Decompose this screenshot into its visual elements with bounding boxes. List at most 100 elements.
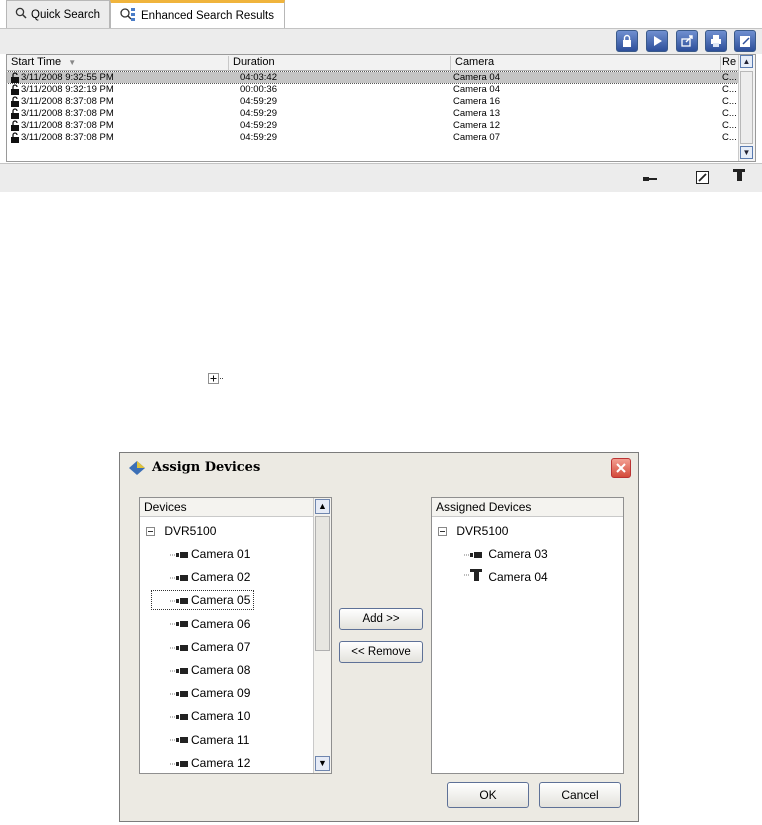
start-time-cell: 3/11/2008 8:37:08 PM	[21, 132, 114, 143]
key-icon[interactable]	[643, 174, 657, 186]
scroll-thumb[interactable]	[315, 516, 330, 651]
cancel-button[interactable]: Cancel	[539, 782, 621, 808]
device-label: Camera 08	[191, 663, 251, 677]
tree-root-dvr5100[interactable]: DVR5100	[146, 522, 216, 540]
add-button[interactable]: Add >>	[339, 608, 423, 630]
duration-cell: 04:59:29	[240, 132, 277, 143]
device-item[interactable]: Camera 01	[170, 545, 250, 563]
lock-icon[interactable]	[616, 30, 638, 52]
assigned-label: Camera 04	[488, 570, 548, 584]
box-camera-icon	[464, 546, 482, 564]
box-camera-icon	[170, 708, 188, 726]
start-time-cell: 3/11/2008 9:32:55 PM	[21, 72, 114, 83]
table-row[interactable]: 3/11/2008 9:32:19 PM 00:00:36 Camera 04 …	[7, 84, 740, 95]
duration-cell: 00:00:36	[240, 84, 277, 95]
column-header-camera[interactable]: Camera	[455, 56, 494, 68]
table-row[interactable]: 3/11/2008 9:32:55 PM 04:03:42 Camera 04 …	[7, 71, 741, 84]
start-time-cell: 3/11/2008 9:32:19 PM	[21, 84, 114, 95]
devices-header: Devices	[140, 498, 315, 517]
dialog-title-bar[interactable]: Assign Devices	[120, 453, 638, 483]
search-panel: Quick Search Enhanced Search Results Sta…	[0, 0, 762, 192]
device-item[interactable]: Camera 06	[170, 615, 250, 633]
table-row[interactable]: 3/11/2008 8:37:08 PM 04:59:29 Camera 12 …	[7, 120, 740, 131]
table-row[interactable]: 3/11/2008 8:37:08 PM 04:59:29 Camera 13 …	[7, 108, 740, 119]
box-camera-icon	[170, 731, 188, 749]
scroll-up-icon[interactable]: ▲	[315, 499, 330, 514]
box-camera-icon	[170, 569, 188, 587]
device-item[interactable]: Camera 08	[170, 661, 250, 679]
play-icon[interactable]	[646, 30, 668, 52]
tab-bar: Quick Search Enhanced Search Results	[0, 0, 762, 29]
results-grid[interactable]: Start Time ▼ Duration Camera Re 3/11/200…	[6, 54, 756, 162]
device-label: Camera 11	[191, 732, 250, 747]
dome-camera-icon	[464, 568, 482, 587]
duration-cell: 04:59:29	[240, 108, 277, 119]
remove-button[interactable]: << Remove	[339, 641, 423, 663]
box-camera-icon	[170, 685, 188, 703]
camera-cell: Camera 13	[453, 108, 500, 119]
scroll-up-icon[interactable]: ▲	[740, 55, 753, 68]
ok-button[interactable]: OK	[447, 782, 529, 808]
table-row[interactable]: 3/11/2008 8:37:08 PM 04:59:29 Camera 16 …	[7, 96, 740, 107]
move-handle-icon[interactable]	[208, 373, 224, 387]
duration-cell: 04:59:29	[240, 96, 277, 107]
device-label: Camera 05	[191, 593, 251, 608]
edit-icon[interactable]	[696, 171, 709, 187]
close-button[interactable]	[611, 458, 631, 478]
column-divider[interactable]	[228, 56, 229, 71]
scroll-down-icon[interactable]: ▼	[315, 756, 330, 771]
device-label: Camera 01	[191, 547, 251, 561]
assigned-item[interactable]: Camera 04	[464, 568, 548, 586]
table-row[interactable]: 3/11/2008 8:37:08 PM 04:59:29 Camera 07 …	[7, 132, 740, 143]
collapse-icon[interactable]	[146, 523, 155, 541]
device-label: Camera 07	[191, 639, 251, 654]
tree-root-dvr5100[interactable]: DVR5100	[438, 522, 508, 540]
re-cell: C...	[722, 84, 737, 95]
camera-cell: Camera 12	[453, 120, 500, 131]
camera-icon[interactable]	[733, 169, 745, 186]
box-camera-icon	[170, 639, 188, 657]
column-divider[interactable]	[720, 56, 721, 71]
print-icon[interactable]	[705, 30, 727, 52]
box-camera-icon	[170, 615, 188, 633]
assigned-item[interactable]: Camera 03	[464, 545, 548, 563]
column-header-re[interactable]: Re	[722, 56, 736, 68]
duration-cell: 04:59:29	[240, 120, 277, 131]
device-item[interactable]: Camera 10	[170, 707, 250, 725]
status-bar	[0, 163, 762, 192]
grid-scrollbar[interactable]: ▲ ▼	[738, 55, 755, 161]
device-item[interactable]: Camera 02	[170, 568, 250, 586]
devices-panel[interactable]: Devices DVR5100 Camera 01 Camera 02 Camera…	[139, 497, 332, 774]
device-item[interactable]: Camera 05	[150, 590, 255, 611]
column-divider[interactable]	[450, 56, 451, 71]
re-cell: C...	[722, 72, 737, 83]
column-header-duration[interactable]: Duration	[233, 56, 275, 68]
box-camera-icon	[170, 755, 188, 773]
assigned-devices-panel[interactable]: Assigned Devices DVR5100 Camera 03 Camer…	[431, 497, 624, 774]
scroll-down-icon[interactable]: ▼	[740, 146, 753, 159]
re-cell: C...	[722, 120, 737, 131]
device-item[interactable]: Camera 11	[170, 731, 249, 749]
device-item[interactable]: Camera 09	[170, 684, 250, 702]
tab-enhanced-search-results[interactable]: Enhanced Search Results	[110, 0, 285, 29]
device-label: Camera 02	[191, 570, 251, 585]
app-diamond-icon	[128, 460, 146, 479]
tab-label: Enhanced Search Results	[141, 10, 274, 22]
camera-cell: Camera 16	[453, 96, 500, 107]
edit-icon[interactable]	[734, 30, 756, 52]
device-label: Camera 09	[191, 686, 251, 701]
export-icon[interactable]	[676, 30, 698, 52]
re-cell: C...	[722, 132, 737, 143]
tab-label: Quick Search	[31, 8, 101, 21]
scroll-thumb[interactable]	[740, 71, 753, 144]
box-camera-icon	[170, 662, 188, 680]
device-item[interactable]: Camera 12	[170, 754, 250, 772]
tab-quick-search[interactable]: Quick Search	[6, 0, 110, 28]
collapse-icon[interactable]	[438, 523, 447, 541]
assign-devices-dialog: Assign Devices Devices DVR5100 Camera 01…	[119, 452, 639, 822]
column-header-start-time[interactable]: Start Time ▼	[11, 56, 76, 68]
devices-scrollbar[interactable]: ▲ ▼	[313, 498, 331, 773]
camera-cell: Camera 07	[453, 132, 500, 143]
assigned-label: Camera 03	[488, 547, 548, 561]
device-item[interactable]: Camera 07	[170, 638, 250, 656]
